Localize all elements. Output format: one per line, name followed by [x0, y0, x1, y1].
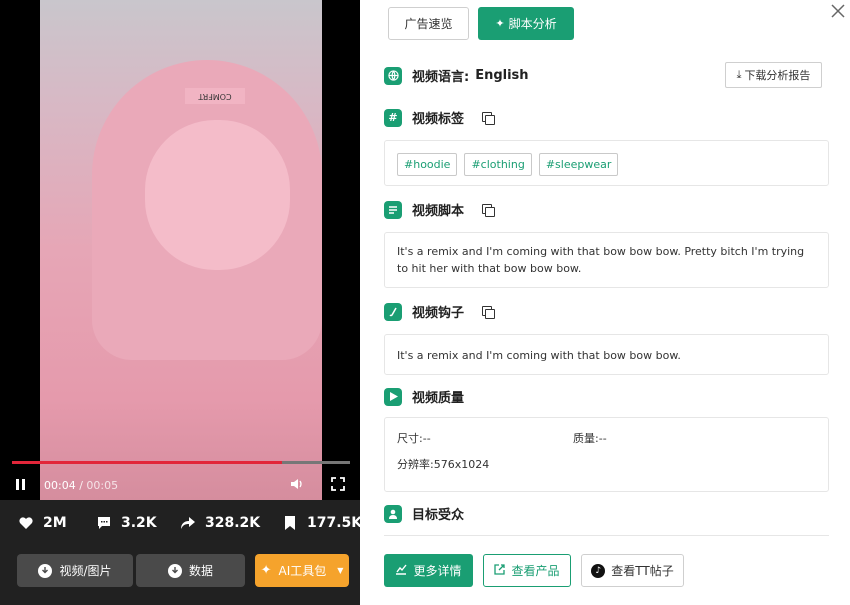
- video-progress-fill: [12, 461, 283, 464]
- video-player[interactable]: COMFRT 00:04 / 00:05: [0, 0, 360, 500]
- video-letterbox-left: [0, 0, 40, 500]
- engagement-stats: 2M 3.2K 328.2K 177.5K: [0, 515, 362, 545]
- download-circle-icon: [38, 563, 53, 578]
- sparkle-icon: ✦: [260, 563, 272, 578]
- hoodie-label: COMFRT: [185, 88, 245, 104]
- view-tt-post-button[interactable]: ♪ 查看TT帖子: [581, 554, 684, 587]
- quality-header: 视频质量: [384, 387, 464, 406]
- comment-icon: [98, 517, 110, 529]
- hash-icon: #: [384, 108, 402, 127]
- script-header: 视频脚本: [384, 200, 496, 219]
- copy-icon[interactable]: [482, 111, 496, 125]
- data-download-label: 数据: [188, 564, 213, 578]
- download-report-label: 下载分析报告: [744, 69, 811, 82]
- tags-title: 视频标签: [412, 112, 465, 127]
- view-product-button[interactable]: 查看产品: [483, 554, 571, 587]
- video-time: 00:04 / 00:05: [44, 479, 118, 492]
- download-report-button[interactable]: ⤓ 下载分析报告: [725, 62, 822, 88]
- copy-icon[interactable]: [482, 305, 496, 319]
- hook-icon: [384, 302, 402, 321]
- tab-script-analysis[interactable]: ✦ 脚本分析: [478, 7, 574, 40]
- pause-icon[interactable]: [14, 478, 28, 492]
- download-icon: ⤓: [736, 68, 742, 81]
- tab-script-analysis-label: 脚本分析: [508, 17, 557, 31]
- size-value: --: [422, 432, 431, 445]
- chart-icon: [395, 563, 408, 578]
- caret-down-icon: ▼: [337, 566, 344, 575]
- share-icon: [181, 517, 195, 529]
- tab-ad-overview-label: 广告速览: [404, 17, 453, 31]
- person-icon: [384, 504, 402, 523]
- hook-title: 视频钩子: [412, 306, 465, 321]
- volume-icon[interactable]: [290, 477, 304, 494]
- resolution-value: 576x1024: [433, 458, 490, 471]
- media-download-label: 视频/图片: [59, 564, 112, 578]
- quality-label: 质量:: [573, 432, 599, 445]
- language-label: 视频语言:: [412, 70, 470, 85]
- tag-sleepwear[interactable]: #sleepwear: [538, 153, 619, 176]
- tags-header: # 视频标签: [384, 108, 496, 127]
- divider: [384, 535, 829, 536]
- script-title: 视频脚本: [412, 204, 465, 219]
- external-link-icon: [494, 563, 506, 578]
- shares-count: 328.2K: [205, 515, 261, 531]
- close-icon[interactable]: [831, 3, 845, 18]
- script-box: It's a remix and I'm coming with that bo…: [384, 232, 829, 288]
- more-details-button[interactable]: 更多详情: [384, 554, 473, 587]
- tiktok-icon: ♪: [591, 563, 606, 578]
- audience-header: 目标受众: [384, 504, 464, 523]
- quality-box: 尺寸:-- 质量:-- 分辨率:576x1024: [384, 417, 829, 492]
- hook-text: It's a remix and I'm coming with that bo…: [397, 349, 681, 362]
- view-tt-post-label: 查看TT帖子: [611, 564, 674, 578]
- saves-count: 177.5K: [307, 515, 363, 531]
- analysis-panel: 广告速览 ✦ 脚本分析 视频语言: English ⤓ 下载分析报告 # 视频标…: [360, 0, 850, 605]
- sparkle-icon: ✦: [495, 17, 505, 30]
- size-row: 尺寸:--: [397, 430, 431, 447]
- hook-header: 视频钩子: [384, 302, 496, 321]
- likes-stat: 2M: [18, 515, 67, 531]
- tag-clothing[interactable]: #clothing: [464, 153, 532, 176]
- video-frame-mask: [145, 120, 290, 270]
- globe-icon: [384, 66, 402, 85]
- media-download-button[interactable]: 视频/图片: [17, 554, 133, 587]
- saves-stat: 177.5K: [282, 515, 362, 531]
- resolution-label: 分辨率:: [397, 458, 434, 471]
- play-icon: [384, 387, 402, 406]
- ai-toolkit-button[interactable]: ✦ AI工具包 ▼: [255, 554, 349, 587]
- script-text: It's a remix and I'm coming with that bo…: [397, 245, 805, 275]
- fullscreen-icon[interactable]: [331, 477, 345, 494]
- more-details-label: 更多详情: [413, 564, 462, 578]
- comments-stat: 3.2K: [96, 515, 157, 531]
- tag-hoodie[interactable]: #hoodie: [397, 153, 458, 176]
- quality-value: --: [598, 432, 607, 445]
- likes-count: 2M: [43, 515, 67, 531]
- heart-icon: [19, 517, 33, 529]
- video-progress-bar[interactable]: [12, 461, 350, 464]
- size-label: 尺寸:: [397, 432, 423, 445]
- comments-count: 3.2K: [121, 515, 157, 531]
- tags-box: #hoodie #clothing #sleepwear: [384, 140, 829, 186]
- shares-stat: 328.2K: [180, 515, 260, 531]
- language-value: English: [475, 68, 529, 83]
- time-separator: /: [75, 479, 87, 492]
- download-circle-icon: [167, 563, 182, 578]
- quality-row: 质量:--: [573, 430, 607, 447]
- tab-ad-overview[interactable]: 广告速览: [388, 7, 469, 40]
- hook-box: It's a remix and I'm coming with that bo…: [384, 334, 829, 375]
- ai-toolkit-label: AI工具包: [278, 564, 327, 578]
- data-download-button[interactable]: 数据: [136, 554, 245, 587]
- time-current: 00:04: [44, 479, 76, 492]
- resolution-row: 分辨率:576x1024: [397, 456, 489, 473]
- quality-title: 视频质量: [412, 391, 465, 406]
- bookmark-icon: [285, 516, 295, 530]
- document-icon: [384, 200, 402, 219]
- time-total: 00:05: [86, 479, 119, 492]
- audience-title: 目标受众: [412, 508, 465, 523]
- copy-icon[interactable]: [482, 203, 496, 217]
- view-product-label: 查看产品: [511, 564, 560, 578]
- video-panel: COMFRT 00:04 / 00:05 2M 3.2K 328.2K 177.…: [0, 0, 362, 605]
- language-row: 视频语言: English: [384, 66, 529, 85]
- video-letterbox-right: [322, 0, 360, 500]
